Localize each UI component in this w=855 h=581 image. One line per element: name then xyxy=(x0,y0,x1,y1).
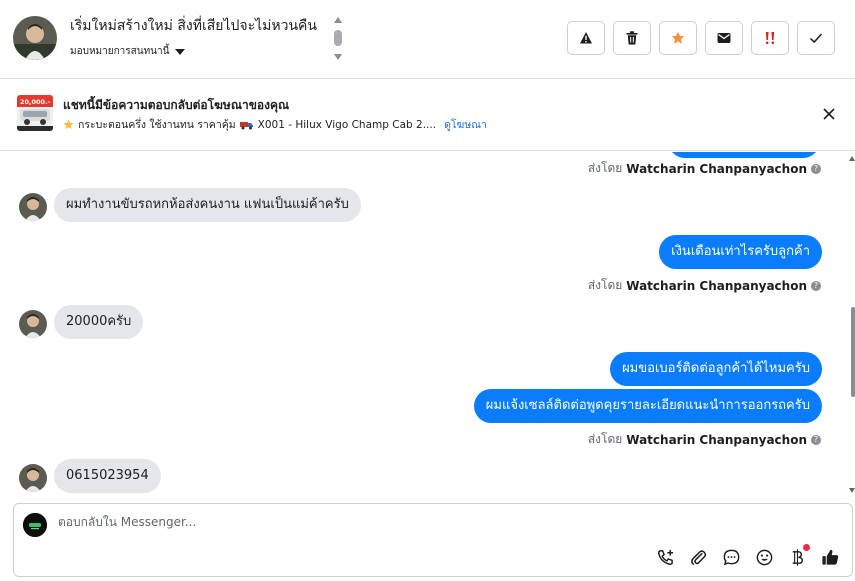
ad-banner-subtitle: กระบะตอนครึ่ง ใช้งานทน ราคาคุ้ม X001 - H… xyxy=(63,116,487,133)
sent-by-prefix: ส่งโดย xyxy=(587,278,623,292)
agent-name: Watcharin Chanpanyachon xyxy=(626,278,807,293)
thread-scrollbar[interactable] xyxy=(849,152,855,497)
chat-bubble-icon xyxy=(723,549,740,566)
close-banner-button[interactable] xyxy=(821,106,837,122)
title-scroller[interactable] xyxy=(332,16,344,62)
payment-button[interactable] xyxy=(788,544,810,567)
sent-by-prefix: ส่งโดย xyxy=(587,161,623,175)
sent-by-line: ส่งโดย Watcharin Chanpanyachon ? xyxy=(588,276,821,295)
conversation-actions xyxy=(567,21,835,55)
contact-avatar-small[interactable] xyxy=(19,193,47,221)
checkmark-icon xyxy=(809,33,823,44)
warning-icon xyxy=(580,32,592,44)
mark-done-button[interactable] xyxy=(797,21,835,55)
saved-replies-button[interactable] xyxy=(722,548,741,567)
message-bubble-out[interactable]: ผมแจ้งเซลล์ติดต่อพูดคุยรายละเอียดแนะนำกา… xyxy=(473,389,822,423)
ad-banner-title: แชทนี้มีข้อความตอบกลับต่อโฆษณาของคุณ xyxy=(63,98,290,112)
star-icon xyxy=(671,31,685,44)
like-button[interactable] xyxy=(821,548,840,567)
message-thread[interactable]: ส่งโดย Watcharin Chanpanyachon ? ผมทำงาน… xyxy=(0,152,855,497)
agent-name: Watcharin Chanpanyachon xyxy=(626,432,807,447)
reply-composer xyxy=(13,503,853,577)
sent-by-prefix: ส่งโดย xyxy=(587,432,623,446)
star-icon xyxy=(63,119,74,130)
follow-up-button[interactable] xyxy=(751,21,789,55)
star-button[interactable] xyxy=(659,21,697,55)
thumbs-up-icon xyxy=(822,549,839,565)
ad-name: X001 - Hilux Vigo Champ Cab 2.... xyxy=(257,118,437,131)
report-spam-button[interactable] xyxy=(567,21,605,55)
truck-icon xyxy=(239,121,253,129)
chevron-down-icon xyxy=(175,48,186,55)
conversation-title: เริ่มใหม่สร้างใหม่ สิ่งที่เสียไปจะไม่หวน… xyxy=(70,18,317,34)
contact-avatar[interactable] xyxy=(13,16,57,60)
call-add-icon xyxy=(658,549,674,565)
message-bubble-in[interactable]: ผมทำงานขับรถหกห้อส่งคนงาน แฟนเป็นแม่ค้าค… xyxy=(54,188,361,222)
info-icon[interactable]: ? xyxy=(811,280,821,291)
agent-name: Watcharin Chanpanyachon xyxy=(626,161,807,176)
info-icon[interactable]: ? xyxy=(811,163,821,174)
envelope-icon xyxy=(717,33,731,43)
double-exclamation-icon xyxy=(765,32,775,45)
sent-by-line: ส่งโดย Watcharin Chanpanyachon ? xyxy=(588,159,821,178)
contact-avatar-small[interactable] xyxy=(19,464,47,492)
ad-thumbnail[interactable]: 20,000.- xyxy=(17,95,53,131)
scroll-up-arrow[interactable] xyxy=(849,156,855,161)
page-avatar xyxy=(23,513,47,537)
scroll-down-arrow[interactable] xyxy=(849,488,855,493)
delete-button[interactable] xyxy=(613,21,651,55)
assign-conversation-dropdown[interactable]: มอบหมายการสนทนานี้ xyxy=(70,44,186,59)
composer-tools xyxy=(656,544,840,567)
scrollbar-thumb[interactable] xyxy=(851,307,855,397)
message-bubble-out[interactable]: ผมขอเบอร์ติดต่อลูกค้าได้ไหมครับ xyxy=(610,352,822,386)
contact-avatar-small[interactable] xyxy=(19,310,47,338)
emoji-button[interactable] xyxy=(755,548,774,567)
call-button[interactable] xyxy=(656,548,675,567)
notification-dot xyxy=(803,544,810,551)
baht-icon xyxy=(792,549,803,566)
message-bubble-out-partial[interactable] xyxy=(668,152,820,158)
close-icon xyxy=(823,108,835,120)
attach-button[interactable] xyxy=(689,548,708,567)
trash-icon xyxy=(626,31,638,45)
mark-unread-button[interactable] xyxy=(705,21,743,55)
ad-thumb-price: 20,000.- xyxy=(20,98,51,106)
emoji-icon xyxy=(756,549,773,566)
message-bubble-in[interactable]: 20000ครับ xyxy=(54,305,144,339)
message-bubble-in[interactable]: 0615023954 xyxy=(54,459,161,493)
sent-by-line: ส่งโดย Watcharin Chanpanyachon ? xyxy=(588,430,821,449)
assign-label: มอบหมายการสนทนานี้ xyxy=(70,46,170,57)
info-icon[interactable]: ? xyxy=(811,434,821,445)
reply-input[interactable] xyxy=(58,515,558,529)
message-bubble-out[interactable]: เงินเดือนเท่าไรครับลูกค้า xyxy=(659,235,822,269)
view-ad-link[interactable]: ดูโฆษณา xyxy=(444,116,487,133)
paperclip-icon xyxy=(691,550,707,565)
conversation-header: เริ่มใหม่สร้างใหม่ สิ่งที่เสียไปจะไม่หวน… xyxy=(0,0,855,79)
ad-headline: กระบะตอนครึ่ง ใช้งานทน ราคาคุ้ม xyxy=(78,119,236,131)
ad-reply-banner: 20,000.- แชทนี้มีข้อความตอบกลับต่อโฆษณาข… xyxy=(0,79,855,151)
